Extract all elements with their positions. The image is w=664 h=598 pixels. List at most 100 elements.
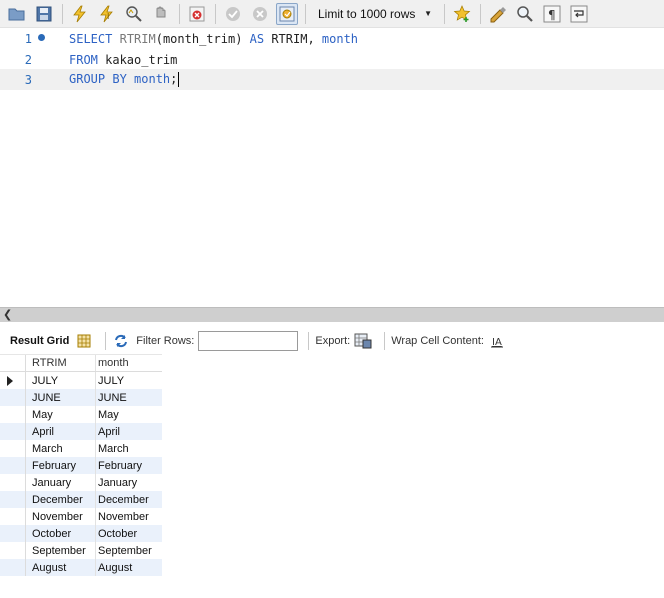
cell-rtrim[interactable]: JULY	[26, 372, 96, 389]
code-line: FROM kakao_trim	[69, 53, 177, 67]
row-indicator[interactable]	[0, 406, 26, 423]
table-row[interactable]: May May	[0, 406, 162, 423]
filter-rows-label: Filter Rows:	[136, 334, 195, 347]
statement-marker-icon	[38, 34, 45, 41]
wrap-cell-icon[interactable]: IA	[488, 332, 506, 350]
line-number: 1	[24, 31, 32, 46]
commit-icon[interactable]	[222, 3, 244, 25]
save-icon[interactable]	[33, 3, 55, 25]
stop-icon[interactable]	[150, 3, 172, 25]
editor-line: 2 FROM kakao_trim	[0, 49, 664, 70]
wrap-cell-content-label: Wrap Cell Content:	[391, 334, 484, 347]
execute-current-icon[interactable]: I	[96, 3, 118, 25]
row-indicator[interactable]	[0, 491, 26, 508]
cell-rtrim[interactable]: December	[26, 491, 96, 508]
rollback-icon[interactable]	[249, 3, 271, 25]
table-row[interactable]: December December	[0, 491, 162, 508]
text-cursor	[178, 72, 180, 87]
table-row[interactable]: November November	[0, 508, 162, 525]
row-indicator[interactable]	[0, 474, 26, 491]
toggle-error-icon[interactable]	[186, 3, 208, 25]
keyword: GROUP BY	[69, 72, 127, 86]
table-row[interactable]: February February	[0, 457, 162, 474]
sql-editor[interactable]: 1 SELECT RTRIM(month_trim) AS RTRIM, mon…	[0, 28, 664, 306]
row-indicator[interactable]	[0, 440, 26, 457]
cell-rtrim[interactable]: August	[26, 559, 96, 576]
cell-month[interactable]: October	[96, 525, 162, 542]
add-snippet-icon[interactable]	[451, 3, 473, 25]
table-row[interactable]: March March	[0, 440, 162, 457]
toolbar-separator	[179, 3, 180, 24]
toolbar-separator	[105, 331, 107, 350]
limit-rows-select[interactable]: Limit to 1000 rows ▼	[312, 3, 438, 25]
cell-month[interactable]: August	[96, 559, 162, 576]
limit-rows-label: Limit to 1000 rows	[318, 6, 416, 21]
svg-text:I: I	[107, 12, 109, 21]
cell-rtrim[interactable]: April	[26, 423, 96, 440]
cell-rtrim[interactable]: May	[26, 406, 96, 423]
cell-month[interactable]: March	[96, 440, 162, 457]
cell-rtrim[interactable]: September	[26, 542, 96, 559]
keyword: AS	[249, 31, 265, 46]
table-row[interactable]: September September	[0, 542, 162, 559]
row-indicator[interactable]	[0, 559, 26, 576]
grid-body: JULY JULY JUNE JUNE May May April April March Mar…	[0, 372, 162, 576]
svg-text:¶: ¶	[548, 8, 556, 22]
table-row[interactable]: January January	[0, 474, 162, 491]
table-row[interactable]: JUNE JUNE	[0, 389, 162, 406]
table-row[interactable]: October October	[0, 525, 162, 542]
cell-rtrim[interactable]: November	[26, 508, 96, 525]
cell-month[interactable]: February	[96, 457, 162, 474]
find-icon[interactable]	[514, 3, 536, 25]
table-row[interactable]: August August	[0, 559, 162, 576]
grid-view-icon[interactable]	[75, 332, 93, 350]
wrap-icon[interactable]	[568, 3, 590, 25]
row-indicator[interactable]	[0, 457, 26, 474]
cell-month[interactable]: JULY	[96, 372, 162, 389]
row-indicator[interactable]	[0, 372, 26, 389]
invisible-chars-icon[interactable]: ¶	[541, 3, 563, 25]
scroll-left-icon[interactable]: ❮	[3, 308, 12, 321]
cell-rtrim[interactable]: JUNE	[26, 389, 96, 406]
open-folder-icon[interactable]	[6, 3, 28, 25]
toolbar-separator	[444, 3, 445, 24]
editor-horizontal-scrollbar[interactable]: ❮	[0, 307, 664, 322]
cell-rtrim[interactable]: February	[26, 457, 96, 474]
result-grid-tab[interactable]: Result Grid	[10, 335, 69, 347]
autocommit-icon[interactable]	[276, 2, 298, 25]
cell-month[interactable]: January	[96, 474, 162, 491]
column-header-rtrim[interactable]: RTRIM	[26, 355, 96, 371]
row-indicator[interactable]	[0, 389, 26, 406]
row-indicator[interactable]	[0, 508, 26, 525]
table-row[interactable]: April April	[0, 423, 162, 440]
cell-month[interactable]: September	[96, 542, 162, 559]
refresh-icon[interactable]	[112, 332, 130, 350]
current-row-arrow-icon	[7, 376, 13, 386]
row-indicator[interactable]	[0, 542, 26, 559]
cell-month[interactable]: April	[96, 423, 162, 440]
keyword: SELECT	[69, 31, 113, 46]
code-text: ;	[170, 72, 178, 86]
column-header-month[interactable]: month	[96, 355, 162, 371]
chevron-down-icon: ▼	[424, 9, 432, 18]
cell-month[interactable]: November	[96, 508, 162, 525]
filter-rows-input[interactable]	[198, 330, 299, 351]
row-indicator[interactable]	[0, 525, 26, 542]
export-icon[interactable]	[354, 332, 372, 350]
cell-month[interactable]: JUNE	[96, 389, 162, 406]
row-indicator-header	[0, 355, 26, 371]
svg-text:IA: IA	[492, 337, 502, 348]
row-indicator[interactable]	[0, 423, 26, 440]
cell-rtrim[interactable]: October	[26, 525, 96, 542]
table-row[interactable]: JULY JULY	[0, 372, 162, 389]
beautify-icon[interactable]	[487, 3, 509, 25]
cell-rtrim[interactable]: January	[26, 474, 96, 491]
execute-icon[interactable]	[69, 3, 91, 25]
cell-rtrim[interactable]: March	[26, 440, 96, 457]
cell-month[interactable]: December	[96, 491, 162, 508]
toolbar-separator	[215, 3, 216, 24]
export-label: Export:	[315, 334, 351, 347]
explain-icon[interactable]	[123, 3, 145, 25]
cell-month[interactable]: May	[96, 406, 162, 423]
